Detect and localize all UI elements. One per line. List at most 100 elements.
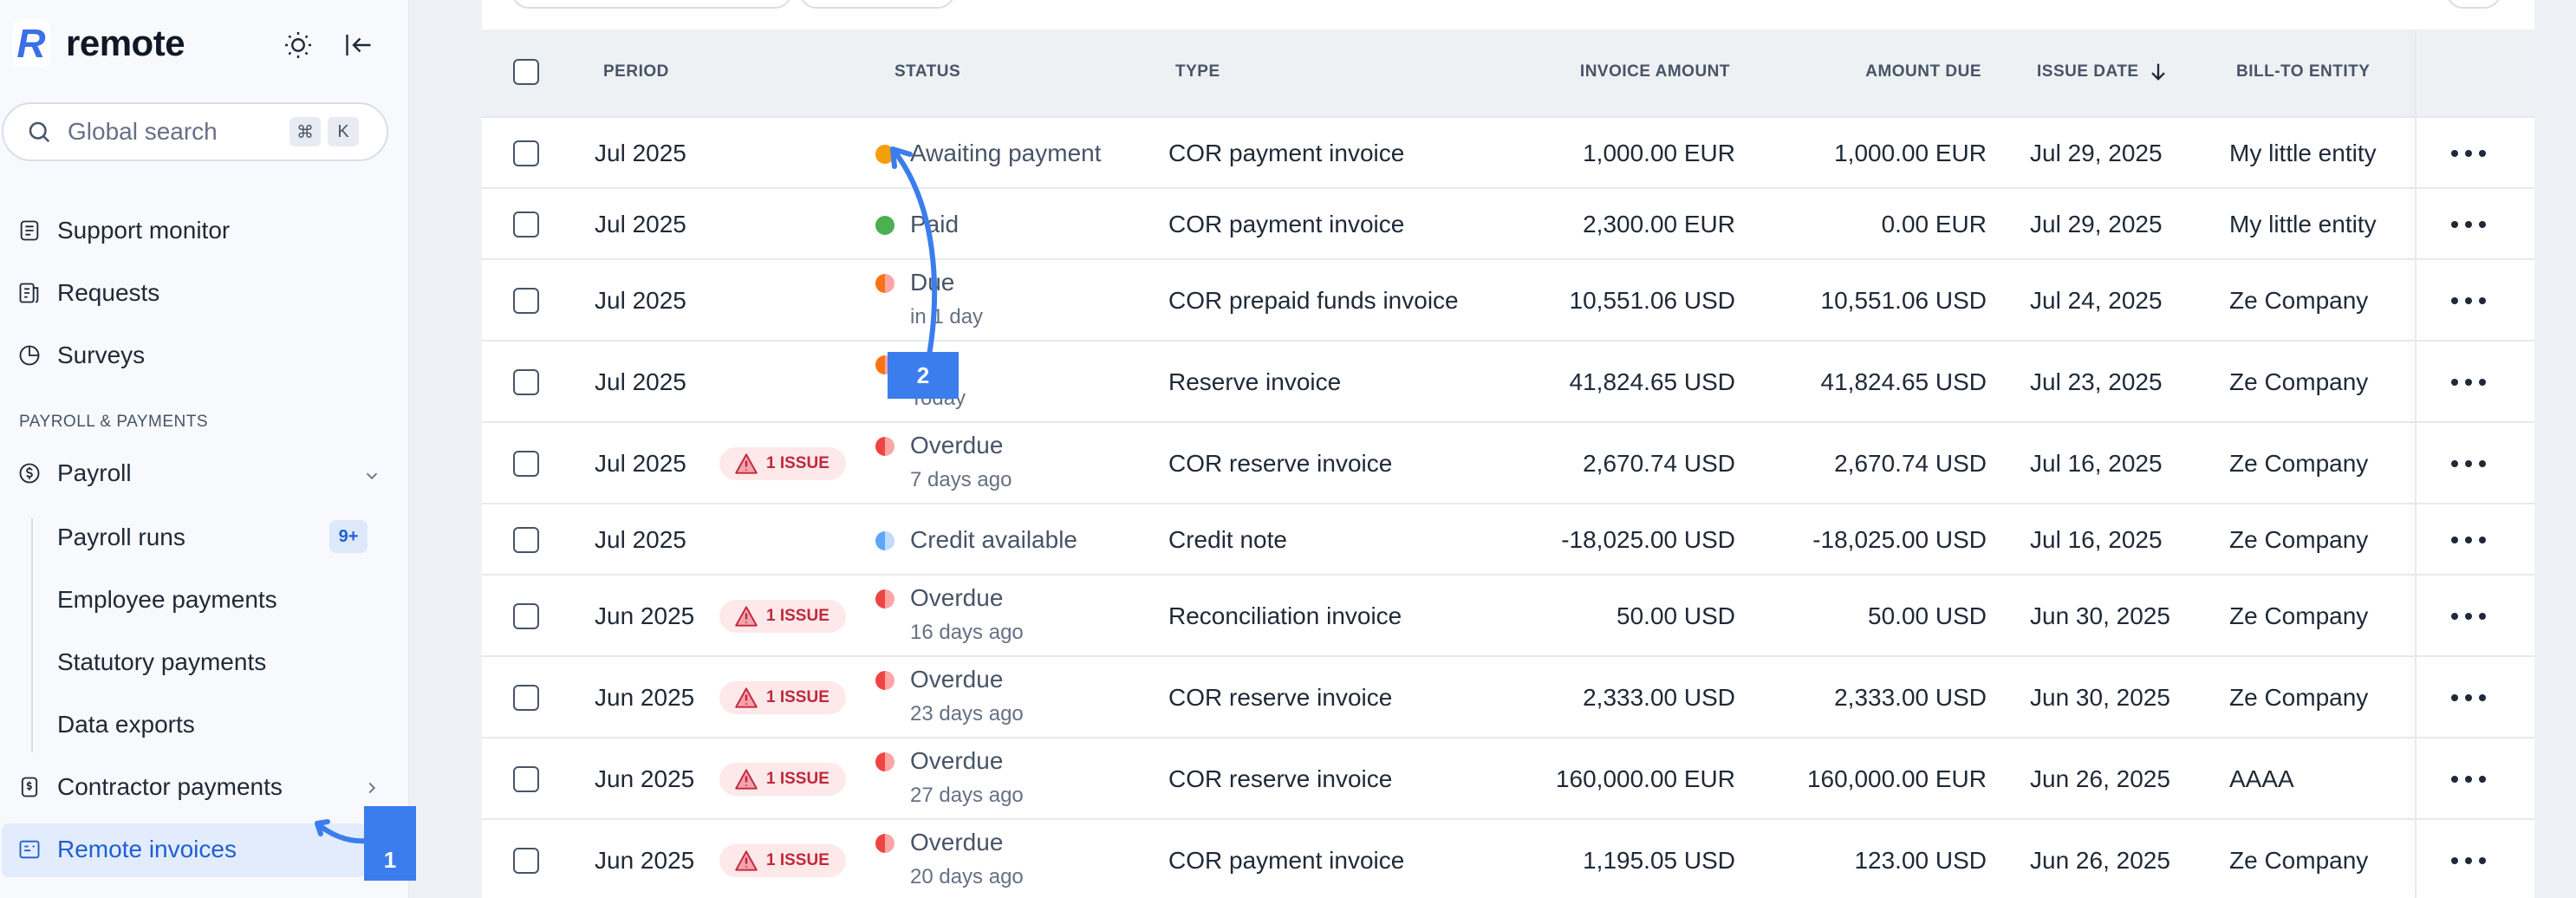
chevron-right-icon[interactable] xyxy=(362,778,381,797)
cell-status-detail: 7 days ago xyxy=(910,468,1012,491)
cell-issue-date: Jul 24, 2025 xyxy=(2030,287,2163,314)
row-checkbox[interactable] xyxy=(513,211,539,238)
cell-period: Jun 2025 xyxy=(595,602,695,629)
collapse-sidebar-icon[interactable] xyxy=(343,29,374,61)
issue-badge[interactable]: 1 ISSUE xyxy=(719,447,846,480)
cell-period: Jun 2025 xyxy=(595,765,695,792)
submenu-guide-line xyxy=(31,518,33,752)
table-row[interactable]: Jul 2025 Awaiting payment COR payment invo… xyxy=(482,116,2534,187)
search-icon xyxy=(29,121,50,143)
table-row[interactable]: Jul 2025 Due in 1 day COR prepaid funds inv… xyxy=(482,258,2534,340)
table-row[interactable]: Jun 2025 1 ISSUE Overdue 20 days ago COR pa… xyxy=(482,818,2534,898)
warning-icon xyxy=(735,453,758,474)
row-checkbox[interactable] xyxy=(513,140,539,166)
shortcut-k-key: K xyxy=(328,117,359,146)
table-row[interactable]: Jul 2025DueTodayReserve invoice41,824.65… xyxy=(482,340,2534,421)
row-actions-more-icon[interactable] xyxy=(2451,460,2486,469)
cell-type: COR payment invoice xyxy=(1168,211,1405,238)
cell-bill-to-entity: My little entity xyxy=(2229,140,2377,166)
sidebar-item-label: Payroll xyxy=(57,459,132,486)
filter-pill[interactable] xyxy=(511,0,792,9)
row-checkbox[interactable] xyxy=(513,603,539,629)
sun-icon[interactable] xyxy=(283,29,314,61)
cell-amount-due: 1,000.00 EUR xyxy=(1834,140,1987,166)
sidebar-item-payroll[interactable]: Payroll xyxy=(17,459,132,487)
column-header-amount-due[interactable]: AMOUNT DUE xyxy=(1773,62,1981,81)
row-actions-more-icon[interactable] xyxy=(2451,776,2486,784)
search-input[interactable] xyxy=(68,118,276,146)
issue-badge[interactable]: 1 ISSUE xyxy=(719,681,846,714)
row-checkbox[interactable] xyxy=(513,288,539,314)
row-checkbox[interactable] xyxy=(513,369,539,395)
column-header-status[interactable]: STATUS xyxy=(894,62,960,81)
column-header-period[interactable]: PERIOD xyxy=(603,62,669,81)
cell-status: Credit available xyxy=(910,526,1077,553)
sidebar-item-statutory-payments[interactable]: Statutory payments xyxy=(57,648,266,676)
table-row[interactable]: Jul 2025 Paid COR payment invoice 2,300.00 … xyxy=(482,187,2534,258)
table-header: PERIOD STATUS TYPE INVOICE AMOUNT AMOUNT… xyxy=(482,29,2534,116)
cell-invoice-amount: 41,824.65 USD xyxy=(1569,368,1735,395)
filter-pill[interactable] xyxy=(799,0,955,9)
cell-status-detail: 23 days ago xyxy=(910,702,1024,726)
row-checkbox[interactable] xyxy=(513,766,539,792)
sidebar-item-label: Remote invoices xyxy=(57,836,237,862)
issue-badge[interactable]: 1 ISSUE xyxy=(719,600,846,633)
sticky-column-divider xyxy=(2415,29,2417,898)
row-actions-more-icon[interactable] xyxy=(2451,150,2486,159)
sidebar-item-remote-invoices[interactable]: Remote invoices xyxy=(17,836,237,863)
cell-status-detail: 16 days ago xyxy=(910,621,1024,644)
cell-status: Overdue xyxy=(910,584,1004,611)
table-row[interactable]: Jul 2025 Credit available Credit note -18,0… xyxy=(482,503,2534,574)
sidebar-item-data-exports[interactable]: Data exports xyxy=(57,711,195,739)
cell-amount-due: 10,551.06 USD xyxy=(1820,287,1987,314)
row-checkbox[interactable] xyxy=(513,451,539,477)
issue-badge[interactable]: 1 ISSUE xyxy=(719,844,846,877)
table-row[interactable]: Jul 2025 1 ISSUE Overdue 7 days ago COR res… xyxy=(482,421,2534,503)
cell-invoice-amount: 2,670.74 USD xyxy=(1583,450,1735,477)
cell-bill-to-entity: Ze Company xyxy=(2229,526,2369,553)
row-checkbox[interactable] xyxy=(513,848,539,874)
status-dot-icon xyxy=(875,752,894,771)
issue-label: 1 ISSUE xyxy=(766,688,829,706)
chevron-down-icon[interactable] xyxy=(362,466,381,485)
cell-amount-due: 2,333.00 USD xyxy=(1834,684,1987,711)
table-row[interactable]: Jun 2025 1 ISSUE Overdue 27 days ago COR re… xyxy=(482,737,2534,818)
column-header-bill-to-entity[interactable]: BILL-TO ENTITY xyxy=(2236,62,2370,81)
row-actions-more-icon[interactable] xyxy=(2451,613,2486,621)
sidebar-item-requests[interactable]: Requests xyxy=(17,279,159,307)
row-actions-more-icon[interactable] xyxy=(2451,857,2486,866)
row-actions-more-icon[interactable] xyxy=(2451,297,2486,306)
sidebar-item-contractor-payments[interactable]: Contractor payments xyxy=(17,773,283,801)
column-header-issue-date[interactable]: ISSUE DATE xyxy=(2037,62,2139,81)
cell-issue-date: Jun 30, 2025 xyxy=(2030,602,2170,629)
sidebar-item-surveys[interactable]: Surveys xyxy=(17,342,145,369)
cell-bill-to-entity: Ze Company xyxy=(2229,602,2369,629)
sidebar-item-support-monitor[interactable]: Support monitor xyxy=(17,217,230,244)
logo[interactable]: R remote xyxy=(12,19,185,68)
cell-invoice-amount: 50.00 USD xyxy=(1617,602,1735,629)
row-actions-more-icon[interactable] xyxy=(2451,537,2486,545)
status-dot-icon xyxy=(875,531,894,550)
filter-bar xyxy=(482,0,2534,29)
row-actions-more-icon[interactable] xyxy=(2451,221,2486,230)
row-checkbox[interactable] xyxy=(513,685,539,711)
payroll-runs-count-badge: 9+ xyxy=(329,520,368,553)
cell-amount-due: 50.00 USD xyxy=(1868,602,1987,629)
global-search[interactable]: ⌘ K xyxy=(2,102,388,161)
row-checkbox[interactable] xyxy=(513,527,539,553)
row-actions-more-icon[interactable] xyxy=(2451,379,2486,387)
column-header-invoice-amount[interactable]: INVOICE AMOUNT xyxy=(1522,62,1730,81)
requests-icon xyxy=(19,283,39,303)
issue-badge[interactable]: 1 ISSUE xyxy=(719,763,846,796)
sidebar-item-payroll-runs[interactable]: Payroll runs xyxy=(57,524,185,551)
select-all-checkbox[interactable] xyxy=(513,59,539,85)
sidebar-item-employee-payments[interactable]: Employee payments xyxy=(57,586,277,614)
row-actions-more-icon[interactable] xyxy=(2451,694,2486,703)
table-row[interactable]: Jun 2025 1 ISSUE Overdue 23 days ago COR re… xyxy=(482,655,2534,737)
warning-icon xyxy=(735,606,758,627)
issue-label: 1 ISSUE xyxy=(766,454,829,472)
cell-bill-to-entity: AAAA xyxy=(2229,765,2294,792)
column-header-type[interactable]: TYPE xyxy=(1175,62,1220,81)
arrow-down-sort-icon[interactable] xyxy=(2146,59,2170,85)
table-row[interactable]: Jun 2025 1 ISSUE Overdue 16 days ago Reconc… xyxy=(482,574,2534,655)
